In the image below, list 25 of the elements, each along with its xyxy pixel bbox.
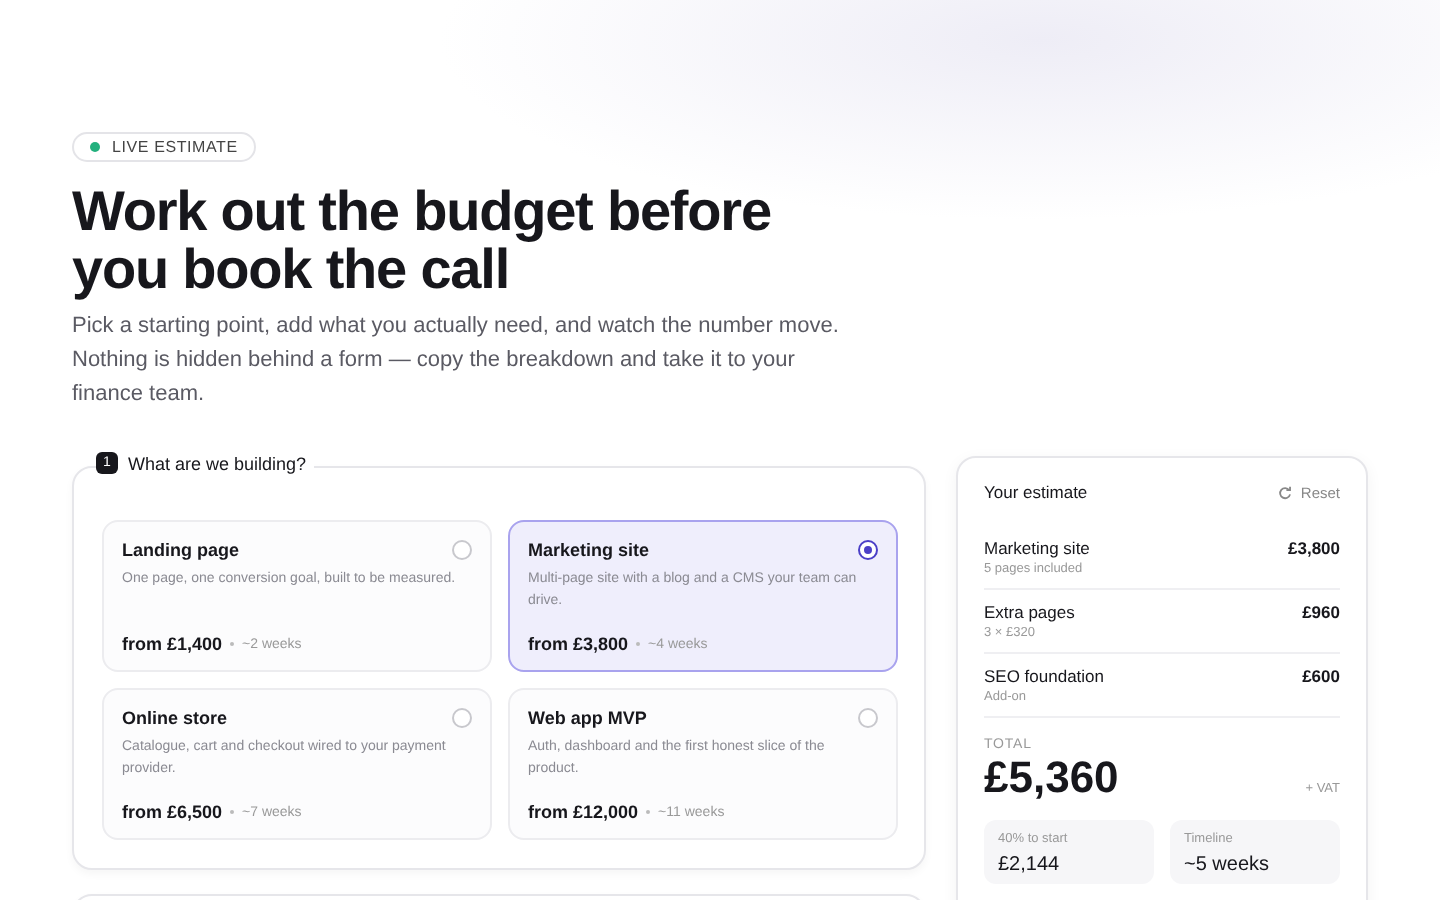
option-name: Web app MVP [528, 708, 647, 728]
refresh-icon [1278, 485, 1293, 499]
radio-button[interactable] [858, 540, 878, 560]
total-amount: £5,360 [984, 752, 1119, 804]
option-name: Marketing site [528, 540, 650, 560]
line-amount: £600 [1302, 666, 1340, 690]
badge-label: LIVE ESTIMATE [112, 138, 238, 156]
stat-value: £2,144 [998, 854, 1062, 876]
option-name: Online store [122, 708, 228, 728]
line-amount: £3,800 [1288, 538, 1340, 562]
live-dot-icon [90, 142, 100, 152]
step-title: What are we building? [128, 453, 307, 473]
line-amount: £960 [1302, 602, 1340, 626]
option-price: from £12,000 [528, 802, 639, 822]
line-label: Extra pages [984, 602, 1075, 622]
stat-value: ~5 weeks [1184, 854, 1272, 876]
option-price: from £6,500 [122, 802, 223, 822]
panel-title: Your estimate [984, 482, 1088, 502]
hero-title: Work out the budget before you book the call [72, 182, 773, 298]
option-price: from £1,400 [122, 634, 223, 654]
option-price: from £3,800 [528, 634, 629, 654]
option-name: Landing page [122, 540, 239, 560]
line-label: Marketing site [984, 538, 1090, 558]
hero-lead: Pick a starting point, add what you actually need, and watch the number move. Nothing is hidden behind a form — copy the breakdown and take it to your finance team. [72, 312, 841, 410]
line-label: SEO foundation [984, 666, 1105, 686]
